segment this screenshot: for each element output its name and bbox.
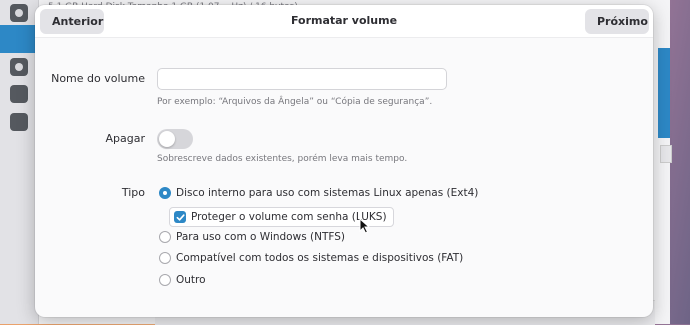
password-protect-label: Proteger o volume com senha (LUKS) [191,211,387,223]
erase-hint: Sobrescreve dados existentes, porém leva… [157,154,408,164]
type-option-ntfs[interactable]: Para uso com o Windows (NTFS) [159,229,345,245]
disks-sidebar [0,0,39,324]
disk-icon[interactable] [10,4,28,22]
radio-selected-icon[interactable] [159,187,171,199]
type-option-fat[interactable]: Compatível com todos os sistemas e dispo… [159,250,463,266]
radio-icon[interactable] [159,252,171,264]
volume-name-input[interactable] [157,68,447,90]
type-option-label: Para uso com o Windows (NTFS) [176,231,345,243]
toggle-knob [159,131,175,147]
erase-label: Apagar [105,132,146,145]
selected-disk-row[interactable] [0,25,38,53]
disk-icon[interactable] [10,58,28,76]
erase-toggle[interactable] [157,129,193,149]
type-option-label: Disco interno para uso com sistemas Linu… [176,187,479,199]
type-option-other[interactable]: Outro [159,272,206,288]
dialog-title: Formatar volume [290,14,398,27]
volume-bar[interactable] [658,48,670,138]
type-option-label: Compatível com todos os sistemas e dispo… [176,252,464,264]
dialog-header: Anterior Formatar volume Próximo [35,5,653,38]
radio-icon[interactable] [159,231,171,243]
mouse-pointer-icon [359,218,371,234]
type-option-label: Outro [176,274,206,286]
format-volume-dialog: Anterior Formatar volume Próximo Nome do… [35,5,653,317]
radio-icon[interactable] [159,274,171,286]
eject-drive-icon[interactable] [10,85,28,103]
volume-panel-fragment [660,145,672,163]
next-button[interactable]: Próximo [585,9,649,34]
eject-drive-icon[interactable] [10,113,28,131]
type-label: Tipo [121,186,145,199]
volume-name-hint: Por exemplo: “Arquivos da Ângela” ou “Có… [157,97,433,107]
volume-name-label: Nome do volume [51,72,145,85]
checkmark-icon[interactable] [174,211,186,223]
type-option-ext4[interactable]: Disco interno para uso com sistemas Linu… [159,185,478,201]
